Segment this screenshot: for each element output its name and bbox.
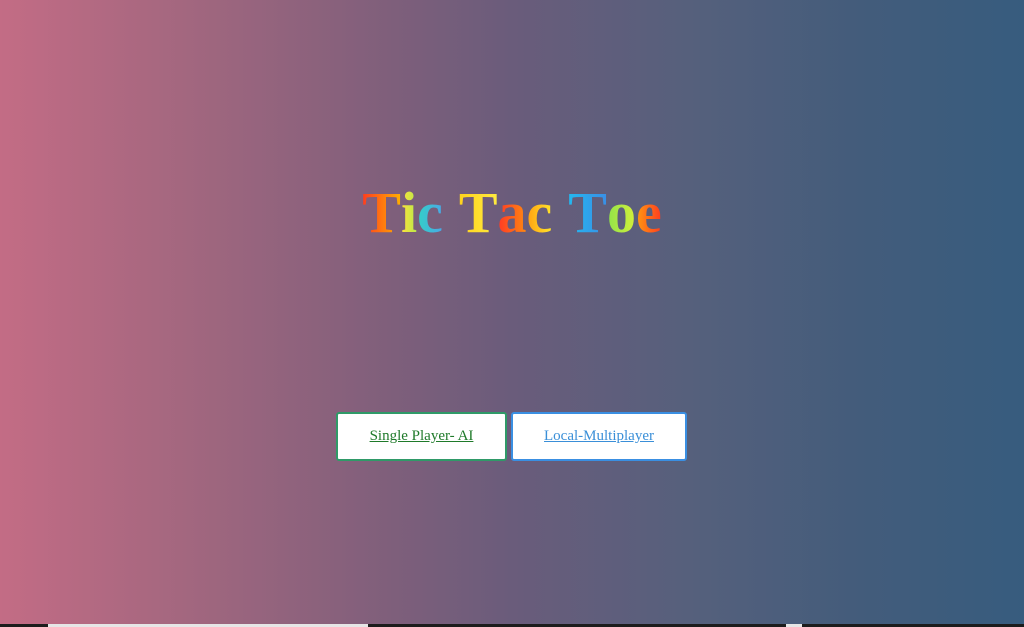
title-word-tic: Tic bbox=[362, 180, 443, 245]
title-letter: T bbox=[459, 178, 498, 248]
title-letter: o bbox=[607, 178, 636, 248]
title-letter: c bbox=[527, 178, 553, 248]
game-title: Tic Tac Toe bbox=[0, 178, 1024, 248]
title-letter: T bbox=[568, 178, 607, 248]
title-letter: i bbox=[401, 178, 417, 248]
single-player-ai-label: Single Player- AI bbox=[369, 428, 474, 444]
title-letter: T bbox=[362, 178, 401, 248]
title-word-tac: Tac bbox=[459, 180, 552, 245]
local-multiplayer-label: Local-Multiplayer bbox=[544, 428, 654, 444]
local-multiplayer-button[interactable]: Local-Multiplayer bbox=[511, 412, 687, 461]
game-mode-menu: Single Player- AI Local-Multiplayer bbox=[336, 412, 687, 461]
title-letter: c bbox=[417, 178, 443, 248]
title-word-toe: Toe bbox=[568, 180, 661, 245]
title-letter: e bbox=[636, 178, 662, 248]
title-letter: a bbox=[498, 178, 527, 248]
single-player-ai-button[interactable]: Single Player- AI bbox=[336, 412, 507, 461]
